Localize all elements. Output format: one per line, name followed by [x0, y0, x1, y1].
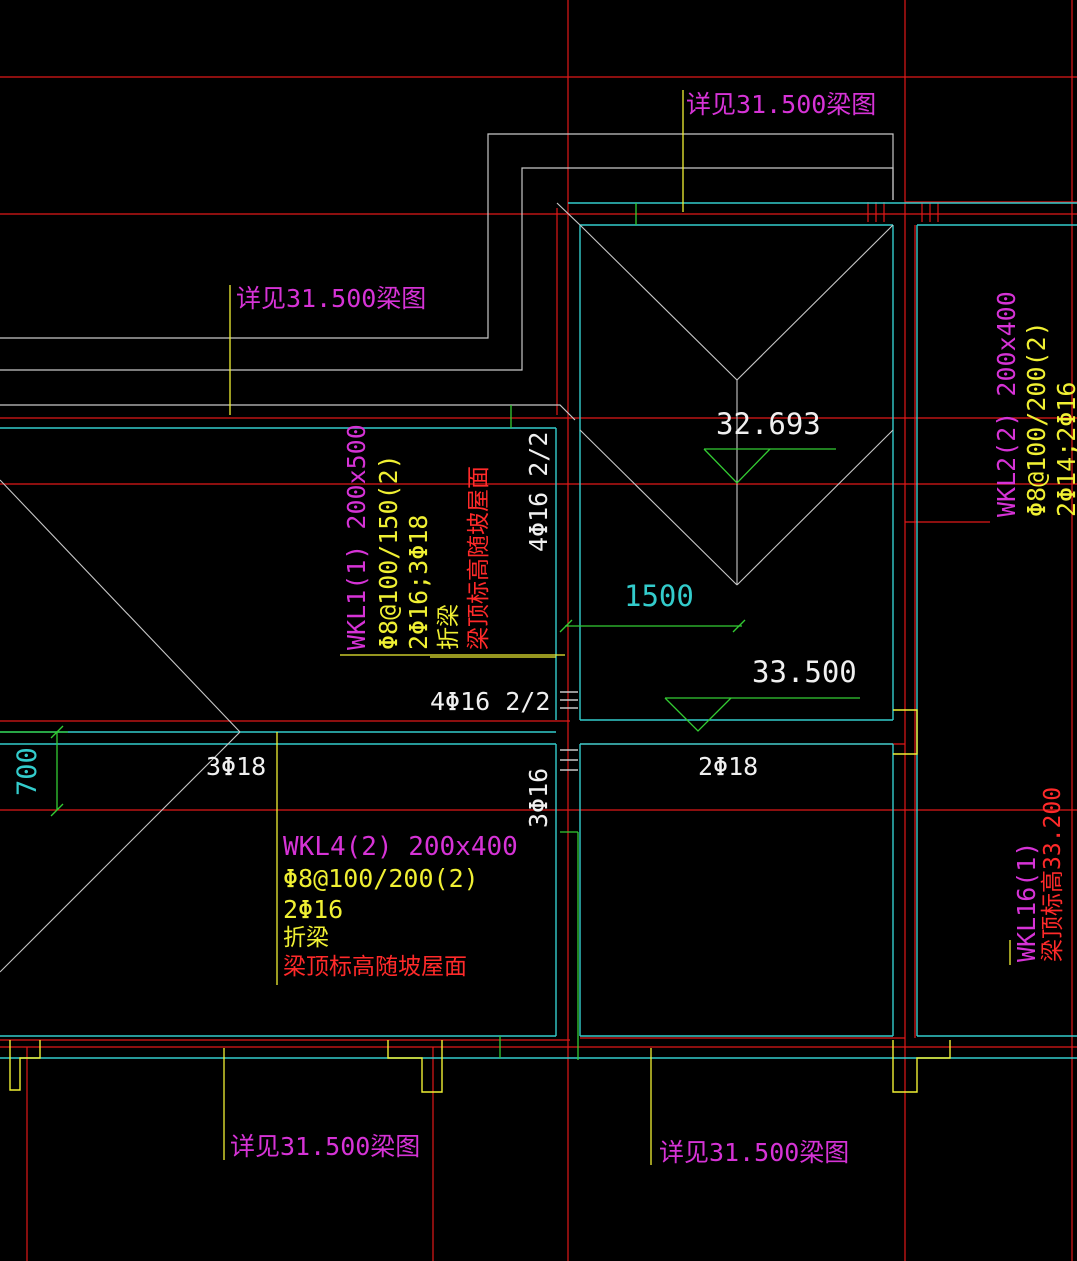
ridge-line — [736, 224, 894, 381]
axis-grid-lines — [0, 0, 1077, 1261]
column-stub-right — [892, 1040, 951, 1093]
dimension-1500: 1500 — [624, 579, 694, 613]
wkl1-bars: 2Φ16;3Φ18 — [404, 514, 433, 650]
wkl4-note: 梁顶标高随坡屋面 — [283, 954, 467, 980]
rebar-4phi16-vertical: 4Φ16 2/2 — [524, 431, 553, 552]
ridge-line — [579, 429, 738, 586]
wkl4-bars: 2Φ16 — [283, 895, 344, 924]
wkl2-bars: 2Φ14;2Φ16 — [1052, 381, 1077, 517]
rebar-3phi16: 3Φ16 — [524, 767, 553, 828]
rebar-3phi18: 3Φ18 — [206, 752, 267, 781]
dimension-700: 700 — [12, 747, 43, 796]
wkl16-note: 梁顶标高33.200 — [1040, 786, 1066, 962]
rebar-4phi16-horizontal: 4Φ16 2/2 — [430, 687, 551, 716]
wkl4-type: 折梁 — [283, 925, 329, 951]
ridge-line — [736, 429, 894, 586]
wkl4-stirrup: Φ8@100/200(2) — [283, 864, 479, 893]
dimension-lines — [0, 203, 746, 1060]
column-stub-mid — [387, 1040, 443, 1093]
elevation-mark-lower-triangle — [664, 697, 732, 732]
rebar-2phi18: 2Φ18 — [698, 752, 759, 781]
elevation-upper: 32.693 — [716, 407, 821, 441]
cad-drawing-canvas — [0, 0, 1077, 1261]
ridge-line — [579, 224, 738, 381]
wkl4-name: WKL4(2) 200x400 — [283, 832, 518, 862]
wkl1-note: 梁顶标高随坡屋面 — [466, 466, 492, 650]
wall-outline-lines — [0, 133, 894, 421]
wkl2-name: WKL2(2) 200x400 — [992, 291, 1021, 517]
elevation-lower: 33.500 — [752, 655, 857, 689]
wkl1-type: 折梁 — [436, 604, 462, 650]
ref-note-top: 详见31.500梁图 — [686, 90, 877, 119]
wkl2-stirrup: Φ8@100/200(2) — [1022, 321, 1051, 517]
wkl16-name: WKL16(1) — [1012, 841, 1041, 962]
ridge-line — [0, 479, 241, 733]
wall-outline-outer — [0, 133, 894, 339]
wkl1-stirrup: Φ8@100/150(2) — [374, 454, 403, 650]
ref-note-bottom-right: 详见31.500梁图 — [659, 1138, 850, 1167]
wall-outline-inner — [0, 167, 894, 371]
wkl1-name: WKL1(1) 200x500 — [342, 424, 371, 650]
ref-note-left: 详见31.500梁图 — [236, 284, 427, 313]
ref-note-bottom-left: 详见31.500梁图 — [230, 1132, 421, 1161]
